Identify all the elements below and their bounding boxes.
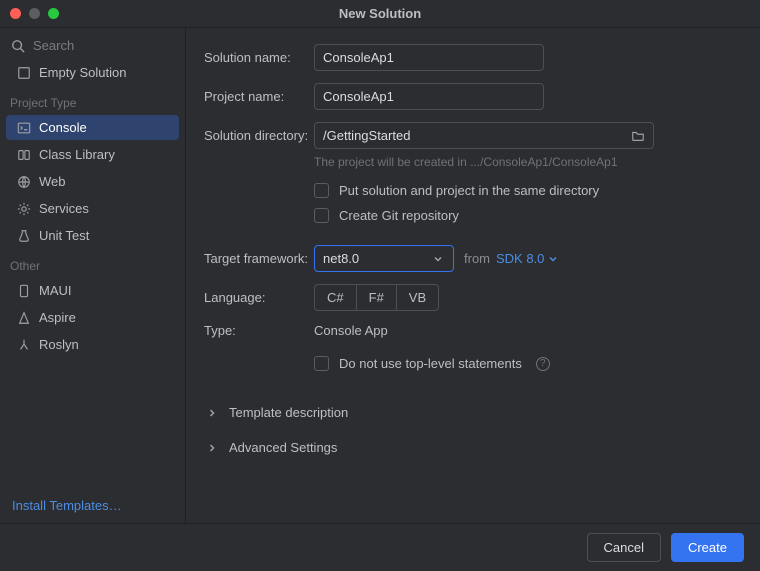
language-segmented: C# F# VB bbox=[314, 284, 439, 311]
creation-path-hint: The project will be created in .../Conso… bbox=[314, 155, 738, 169]
sidebar-item-aspire[interactable]: Aspire bbox=[6, 305, 179, 330]
target-framework-label: Target framework: bbox=[204, 251, 314, 266]
from-label: from bbox=[464, 251, 490, 266]
sdk-dropdown[interactable]: SDK 8.0 bbox=[496, 251, 558, 266]
target-framework-select[interactable]: net8.0 bbox=[314, 245, 454, 272]
chevron-down-icon bbox=[548, 254, 558, 264]
type-value: Console App bbox=[314, 323, 388, 338]
language-option-fsharp[interactable]: F# bbox=[357, 285, 397, 310]
help-icon[interactable]: ? bbox=[536, 357, 550, 371]
chevron-right-icon bbox=[204, 440, 219, 455]
minimize-window-button[interactable] bbox=[29, 8, 40, 19]
sidebar-item-class-library[interactable]: Class Library bbox=[6, 142, 179, 167]
sidebar-item-label: Class Library bbox=[39, 147, 115, 162]
git-repo-label: Create Git repository bbox=[339, 208, 459, 223]
solution-dir-input[interactable]: /GettingStarted bbox=[314, 122, 654, 149]
sidebar-item-unit-test[interactable]: Unit Test bbox=[6, 223, 179, 248]
roslyn-icon bbox=[16, 337, 31, 352]
class-library-icon bbox=[16, 147, 31, 162]
advanced-settings-label: Advanced Settings bbox=[229, 440, 337, 455]
template-description-expander[interactable]: Template description bbox=[204, 405, 738, 420]
window-title: New Solution bbox=[0, 6, 760, 21]
sidebar-item-label: Unit Test bbox=[39, 228, 89, 243]
aspire-icon bbox=[16, 310, 31, 325]
create-button[interactable]: Create bbox=[671, 533, 744, 562]
search-input[interactable] bbox=[33, 38, 209, 53]
empty-solution-icon bbox=[16, 65, 31, 80]
sidebar-item-label: Web bbox=[39, 174, 66, 189]
footer: Cancel Create bbox=[0, 523, 760, 571]
sdk-value: SDK 8.0 bbox=[496, 251, 544, 266]
unit-test-icon bbox=[16, 228, 31, 243]
same-directory-label: Put solution and project in the same dir… bbox=[339, 183, 599, 198]
same-directory-checkbox[interactable] bbox=[314, 183, 329, 198]
target-framework-value: net8.0 bbox=[323, 251, 359, 266]
main-panel: Solution name: Project name: Solution di… bbox=[186, 28, 760, 523]
cancel-button[interactable]: Cancel bbox=[587, 533, 661, 562]
solution-dir-value: /GettingStarted bbox=[323, 128, 410, 143]
maui-icon bbox=[16, 283, 31, 298]
console-icon bbox=[16, 120, 31, 135]
git-repo-checkbox[interactable] bbox=[314, 208, 329, 223]
search-row[interactable] bbox=[0, 32, 185, 59]
template-description-label: Template description bbox=[229, 405, 348, 420]
project-name-label: Project name: bbox=[204, 89, 314, 104]
sidebar-item-label: Aspire bbox=[39, 310, 76, 325]
group-label-other: Other bbox=[0, 249, 185, 277]
language-label: Language: bbox=[204, 290, 314, 305]
title-bar: New Solution bbox=[0, 0, 760, 28]
window-controls bbox=[0, 8, 59, 19]
sidebar-item-label: MAUI bbox=[39, 283, 72, 298]
sidebar-item-label: Roslyn bbox=[39, 337, 79, 352]
sidebar-item-label: Console bbox=[39, 120, 87, 135]
sidebar-item-label: Services bbox=[39, 201, 89, 216]
sidebar-item-roslyn[interactable]: Roslyn bbox=[6, 332, 179, 357]
sidebar: Empty Solution Project Type Console Clas… bbox=[0, 28, 186, 523]
services-icon bbox=[16, 201, 31, 216]
solution-name-input[interactable] bbox=[314, 44, 544, 71]
solution-name-label: Solution name: bbox=[204, 50, 314, 65]
project-name-input[interactable] bbox=[314, 83, 544, 110]
maximize-window-button[interactable] bbox=[48, 8, 59, 19]
chevron-right-icon bbox=[204, 405, 219, 420]
sidebar-item-web[interactable]: Web bbox=[6, 169, 179, 194]
group-label-project-type: Project Type bbox=[0, 86, 185, 114]
advanced-settings-expander[interactable]: Advanced Settings bbox=[204, 440, 738, 455]
language-option-vb[interactable]: VB bbox=[397, 285, 438, 310]
solution-dir-label: Solution directory: bbox=[204, 128, 314, 143]
sidebar-item-empty-solution[interactable]: Empty Solution bbox=[6, 60, 179, 85]
no-toplevel-checkbox[interactable] bbox=[314, 356, 329, 371]
web-icon bbox=[16, 174, 31, 189]
close-window-button[interactable] bbox=[10, 8, 21, 19]
type-label: Type: bbox=[204, 323, 314, 338]
sidebar-item-label: Empty Solution bbox=[39, 65, 126, 80]
no-toplevel-label: Do not use top-level statements bbox=[339, 356, 522, 371]
install-templates-link[interactable]: Install Templates… bbox=[12, 498, 122, 513]
search-icon bbox=[10, 38, 25, 53]
sidebar-item-console[interactable]: Console bbox=[6, 115, 179, 140]
sidebar-item-services[interactable]: Services bbox=[6, 196, 179, 221]
sidebar-item-maui[interactable]: MAUI bbox=[6, 278, 179, 303]
language-option-csharp[interactable]: C# bbox=[315, 285, 357, 310]
folder-browse-icon[interactable] bbox=[630, 128, 645, 143]
chevron-down-icon bbox=[430, 251, 445, 266]
